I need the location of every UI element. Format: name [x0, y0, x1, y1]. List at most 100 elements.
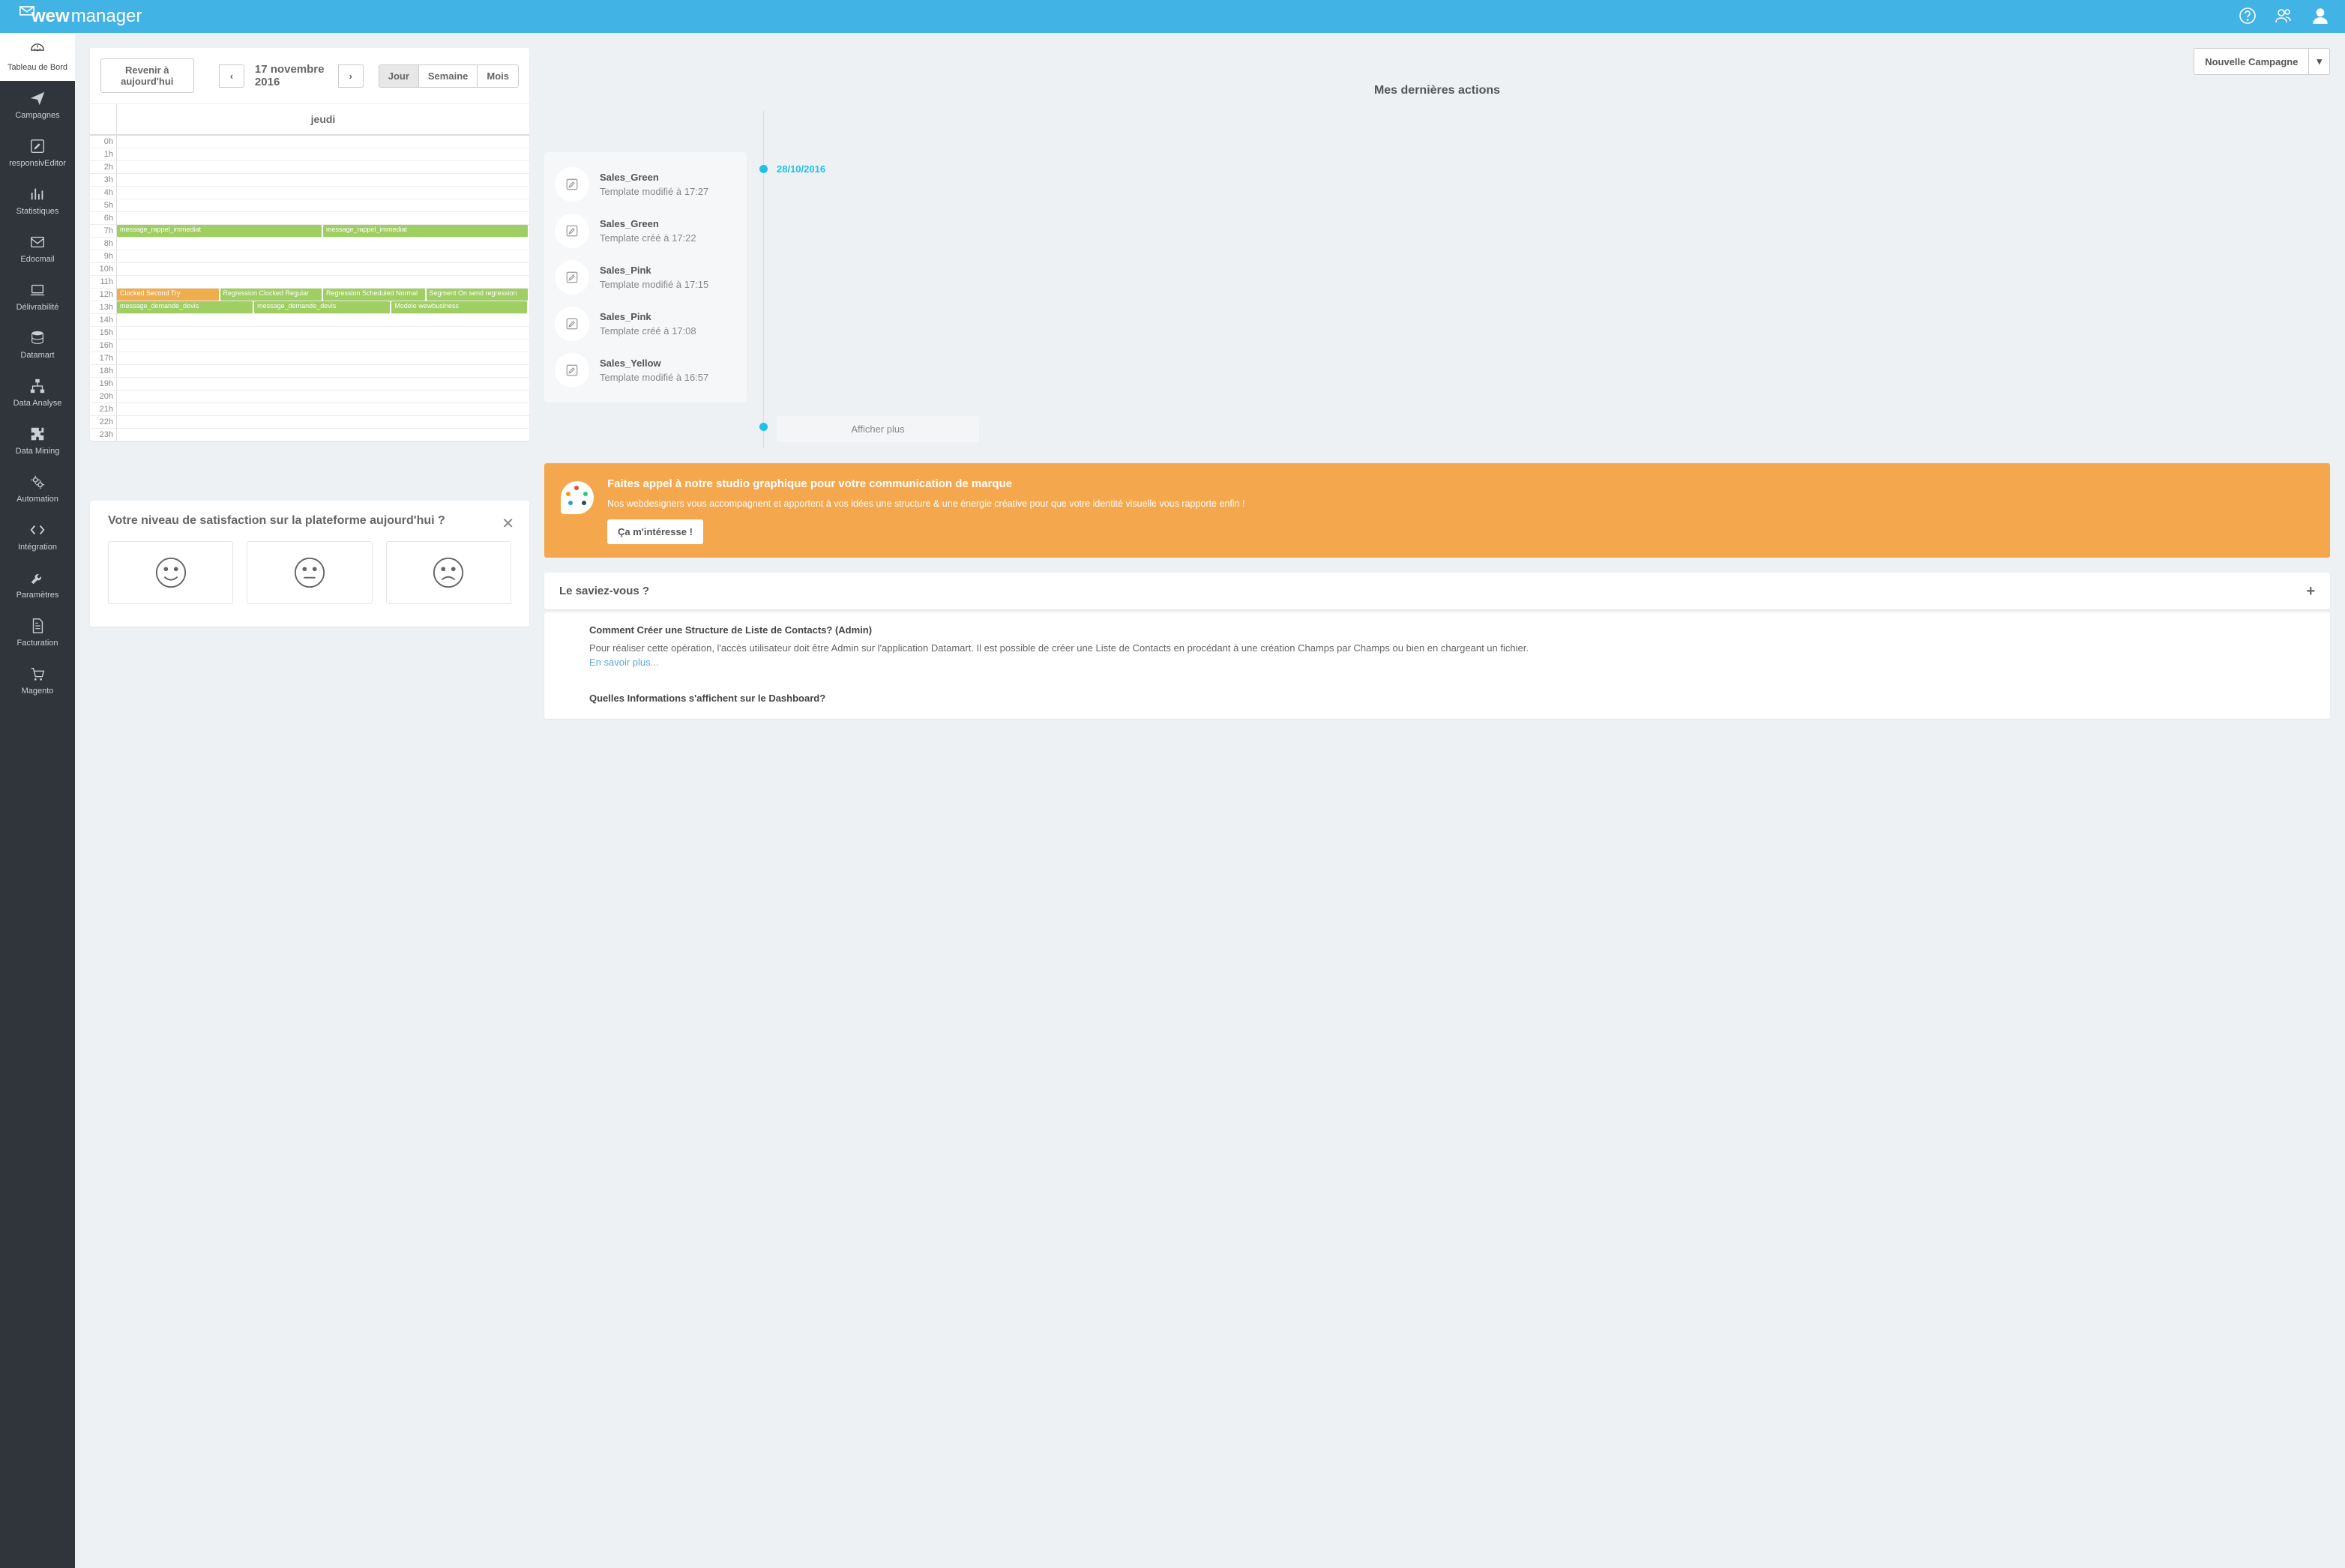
sidebar-item-datamart[interactable]: Datamart — [0, 321, 75, 369]
hour-label: 4h — [90, 186, 117, 199]
hour-row — [117, 211, 529, 224]
actions-title: Mes dernières actions — [544, 84, 2330, 97]
sidebar-item-magento[interactable]: Magento — [0, 657, 75, 705]
edit-icon — [555, 307, 589, 341]
action-row[interactable]: Sales_GreenTemplate modifié à 17:27 — [555, 161, 736, 208]
view-day[interactable]: Jour — [379, 64, 419, 88]
calendar-event[interactable]: Segment On send regression — [427, 289, 529, 301]
hour-label: 1h — [90, 148, 117, 160]
sidebar-item-label: Paramètres — [16, 591, 59, 600]
sidebar-item-label: Tableau de Bord — [7, 63, 67, 72]
calendar-event[interactable]: message_rappel_immediat — [117, 225, 322, 237]
action-text: Sales_GreenTemplate modifié à 17:27 — [600, 172, 708, 197]
sidebar-item-label: Magento — [22, 687, 54, 696]
plus-icon[interactable]: + — [2306, 583, 2315, 600]
sidebar-item-label: Statistiques — [16, 207, 59, 216]
hour-label: 13h — [90, 301, 117, 313]
user-icon[interactable] — [2311, 6, 2330, 28]
promo-body: Faites appel à notre studio graphique po… — [607, 477, 1245, 544]
calendar-event[interactable]: Modele wewbusiness — [391, 301, 527, 313]
hour-label: 6h — [90, 211, 117, 224]
sidebar-item-edocmail[interactable]: Edocmail — [0, 225, 75, 273]
sidebar-item-paramètres[interactable]: Paramètres — [0, 561, 75, 609]
nav-buttons-next: › — [338, 64, 364, 88]
action-row[interactable]: Sales_GreenTemplate créé à 17:22 — [555, 208, 736, 254]
gears-icon — [29, 474, 46, 490]
left-column: Revenir à aujourd'hui ‹ 17 novembre 2016… — [90, 48, 529, 627]
logo-text-bold: wew — [31, 6, 70, 27]
db-icon — [29, 330, 46, 346]
action-row[interactable]: Sales_PinkTemplate modifié à 17:15 — [555, 254, 736, 301]
edit-icon — [555, 260, 589, 295]
sidebar-item-data-analyse[interactable]: Data Analyse — [0, 369, 75, 417]
sidebar-item-label: Data Analyse — [13, 399, 62, 408]
sidebar-item-automation[interactable]: Automation — [0, 465, 75, 513]
dyk-link[interactable]: En savoir plus... — [589, 657, 659, 668]
calendar-event[interactable]: message_demande_devis — [117, 301, 253, 313]
hour-row — [117, 377, 529, 390]
sidebar-item-statistiques[interactable]: Statistiques — [0, 177, 75, 225]
hour-row — [117, 262, 529, 275]
sitemap-icon — [29, 378, 46, 394]
face-happy[interactable] — [108, 541, 233, 604]
view-switcher: Jour Semaine Mois — [379, 64, 519, 88]
action-row[interactable]: Sales_YellowTemplate modifié à 16:57 — [555, 347, 736, 393]
hour-label: 17h — [90, 352, 117, 364]
timeline-line — [763, 111, 764, 448]
hour-label: 18h — [90, 364, 117, 377]
calendar-event[interactable]: Regression Scheduled Normal — [323, 289, 425, 301]
today-button[interactable]: Revenir à aujourd'hui — [100, 58, 194, 93]
hour-row — [117, 326, 529, 339]
face-sad[interactable] — [386, 541, 511, 604]
sidebar-item-responsiveditor[interactable]: responsivEditor — [0, 129, 75, 177]
new-campaign-button[interactable]: Nouvelle Campagne — [2194, 49, 2308, 74]
new-campaign-dropdown[interactable]: ▾ — [2308, 49, 2329, 74]
calendar-date: 17 novembre 2016 — [255, 63, 328, 88]
close-icon[interactable]: ✕ — [502, 514, 514, 533]
calendar-panel: Revenir à aujourd'hui ‹ 17 novembre 2016… — [90, 48, 529, 441]
hour-label: 9h — [90, 250, 117, 262]
calendar-event[interactable]: message_demande_devis — [254, 301, 390, 313]
hour-label: 8h — [90, 237, 117, 250]
prev-button[interactable]: ‹ — [219, 64, 244, 88]
hour-row — [117, 237, 529, 250]
new-campaign-button-group: Nouvelle Campagne ▾ — [2194, 48, 2330, 75]
calendar-event[interactable]: Regression Clocked Regular — [220, 289, 322, 301]
action-row[interactable]: Sales_PinkTemplate créé à 17:08 — [555, 301, 736, 347]
timeline-dot — [759, 165, 768, 173]
hour-label: 0h — [90, 135, 117, 148]
logo-envelope-icon — [19, 4, 34, 16]
sidebar-item-tableau-de-bord[interactable]: Tableau de Bord — [0, 33, 75, 81]
show-more-button[interactable]: Afficher plus — [777, 416, 979, 442]
hour-label: 16h — [90, 339, 117, 352]
sidebar-item-intégration[interactable]: Intégration — [0, 513, 75, 561]
action-text: Sales_GreenTemplate créé à 17:22 — [600, 218, 696, 244]
topbar: wewmanager — [0, 0, 2345, 33]
calendar-event[interactable]: Clocked Second Try — [117, 289, 219, 301]
puzzle-icon — [29, 426, 46, 442]
stats-icon — [29, 186, 46, 202]
users-icon[interactable] — [2275, 7, 2293, 27]
hour-row — [117, 313, 529, 326]
face-neutral[interactable] — [247, 541, 372, 604]
next-button[interactable]: › — [338, 64, 364, 88]
sidebar-item-campagnes[interactable]: Campagnes — [0, 81, 75, 129]
sidebar-item-label: Intégration — [18, 543, 57, 552]
promo-cta[interactable]: Ça m'intéresse ! — [607, 519, 703, 544]
promo-title: Faites appel à notre studio graphique po… — [607, 477, 1245, 492]
view-week[interactable]: Semaine — [418, 64, 478, 88]
hour-label: 23h — [90, 428, 117, 441]
sidebar-item-label: Campagnes — [15, 111, 59, 120]
timeline: 28/10/2016 Sales_GreenTemplate modifié à… — [544, 111, 2330, 448]
help-icon[interactable] — [2239, 7, 2257, 27]
code-icon — [29, 522, 46, 538]
sidebar-item-délivrabilité[interactable]: Délivrabilité — [0, 273, 75, 321]
hour-row — [117, 352, 529, 364]
calendar-event[interactable]: message_rappel_immediat — [323, 225, 528, 237]
sidebar-item-data-mining[interactable]: Data Mining — [0, 417, 75, 465]
sidebar-item-label: Data Mining — [16, 447, 60, 456]
view-month[interactable]: Mois — [477, 64, 519, 88]
dyk-title: Le saviez-vous ? — [559, 585, 2315, 597]
sidebar-item-facturation[interactable]: Facturation — [0, 609, 75, 657]
hour-label: 14h — [90, 313, 117, 326]
